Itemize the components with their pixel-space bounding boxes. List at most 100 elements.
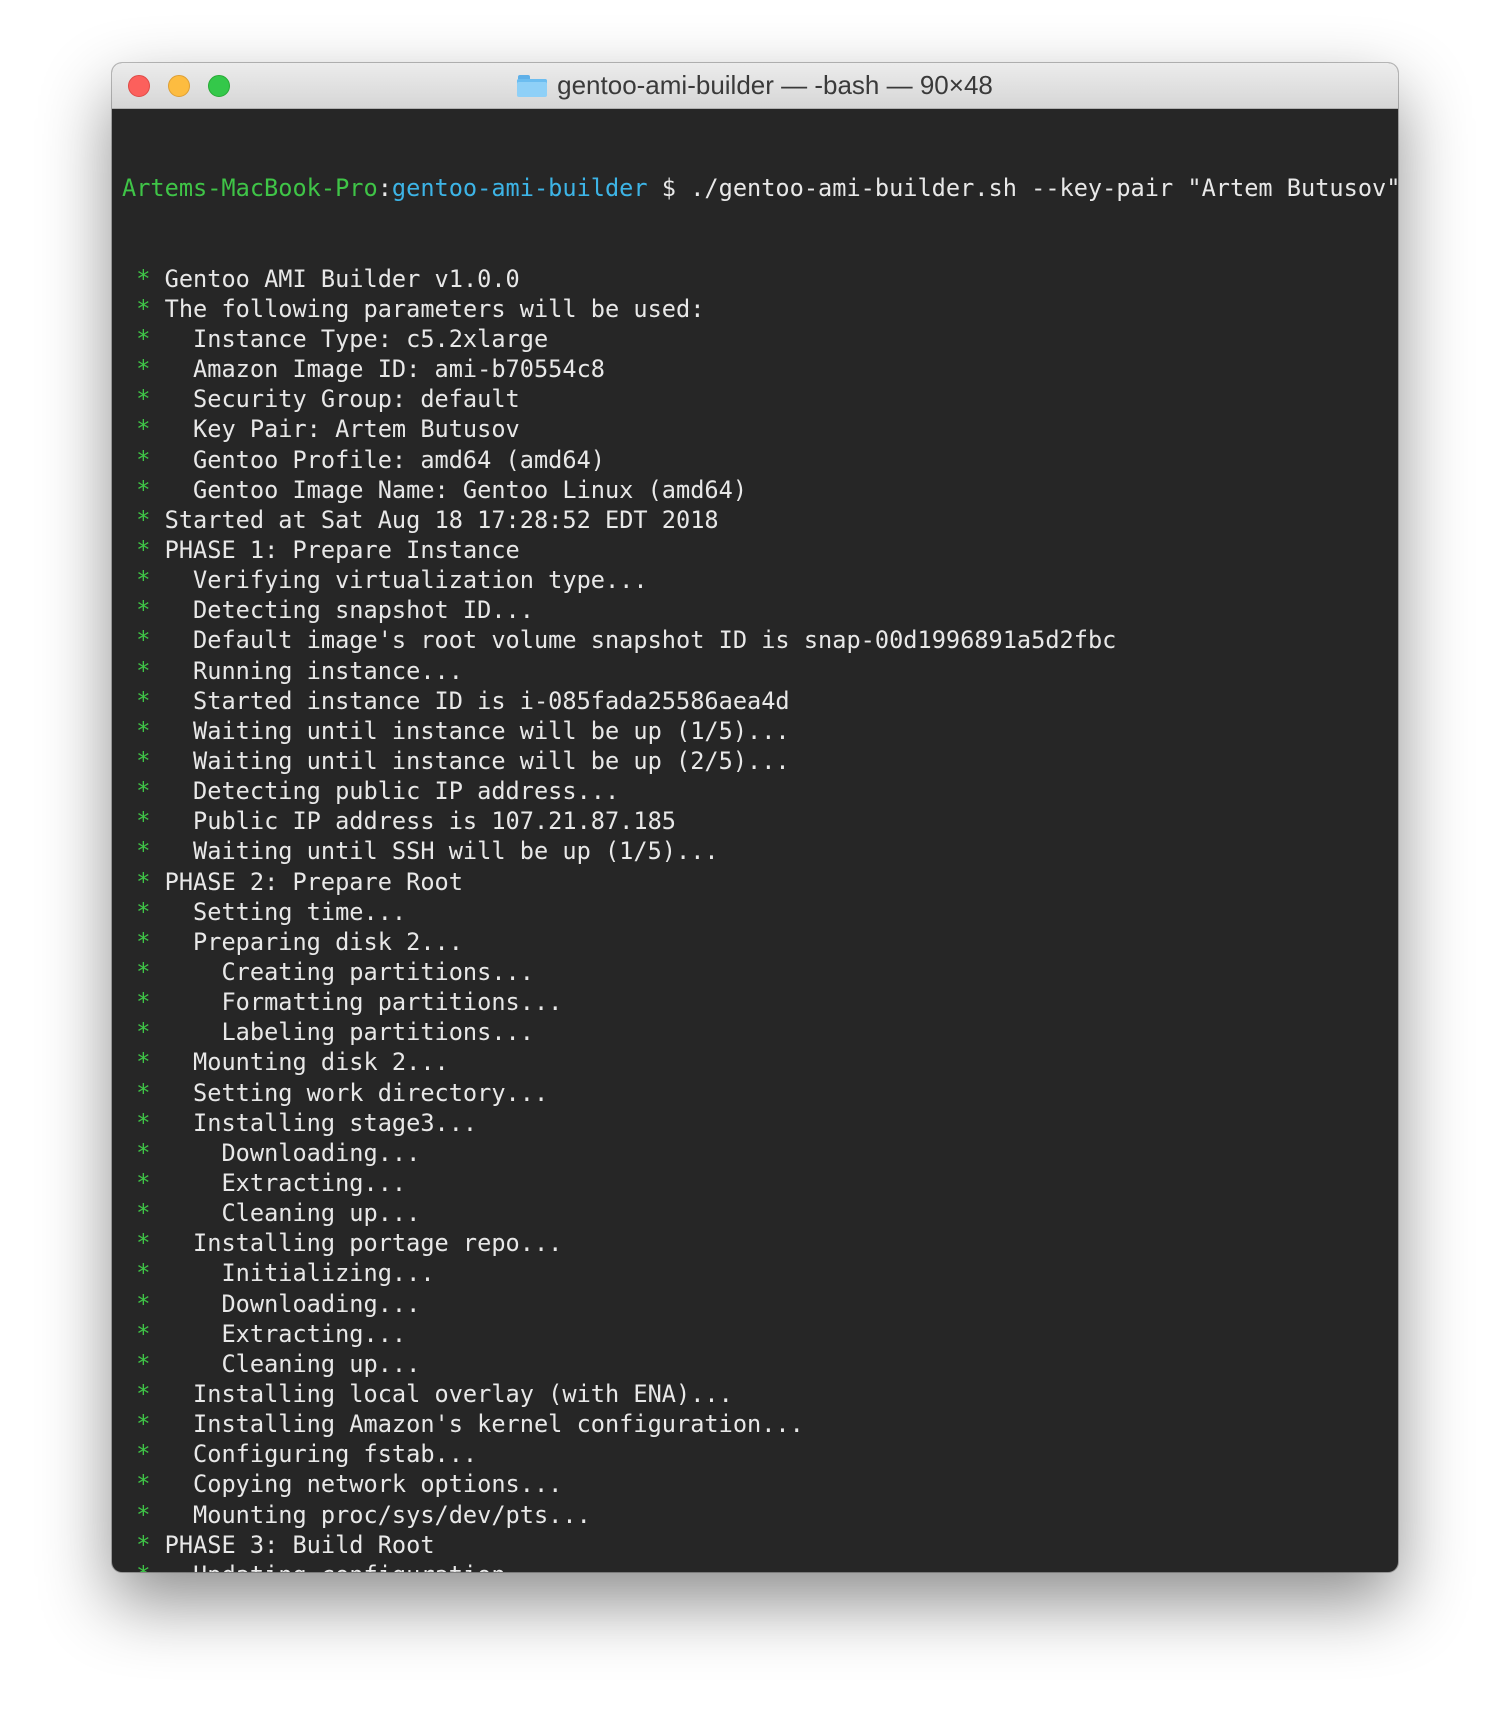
title-bar[interactable]: gentoo-ami-builder — -bash — 90×48 [112,63,1398,109]
output-line: * Waiting until instance will be up (2/5)… [122,746,1388,776]
bullet-icon: * [136,1349,151,1378]
line-lead [122,898,136,926]
line-lead [122,988,136,1016]
output-line: * Mounting proc/sys/dev/pts... [122,1500,1388,1530]
bullet-icon: * [136,355,151,384]
output-line: * Mounting disk 2... [122,1047,1388,1077]
output-line: *Updating configuration... [122,1560,1388,1572]
bullet-icon: * [136,1470,151,1499]
output-line: * Security Group: default [122,384,1388,414]
line-lead [122,295,136,323]
bullet-icon: * [136,596,151,625]
line-lead [122,596,136,624]
output-line: * PHASE 2: Prepare Root [122,867,1388,897]
bullet-icon: * [136,1138,151,1167]
output-text: Labeling partitions... [221,1018,534,1047]
output-text: Detecting snapshot ID... [193,596,534,625]
bullet-icon: * [136,867,151,896]
output-line: * Public IP address is 107.21.87.185 [122,806,1388,836]
output-text: Extracting... [221,1319,407,1348]
output-text: Configuring fstab... [193,1440,478,1469]
bullet-icon: * [136,656,151,685]
line-lead [122,657,136,685]
bullet-icon: * [136,1500,151,1529]
bullet-icon: * [136,385,151,414]
line-lead [122,265,136,293]
prompt-line: Artems-MacBook-Pro:gentoo-ami-builder $ … [122,173,1398,203]
bullet-icon: * [136,1410,151,1439]
output-text: The following parameters will be used: [164,294,705,323]
line-lead [122,506,136,534]
output-text: Public IP address is 107.21.87.185 [193,807,677,836]
output-line: * Extracting... [122,1319,1388,1349]
output-text: Formatting partitions... [221,988,563,1017]
output-line: * Detecting snapshot ID... [122,595,1388,625]
prompt-directory: gentoo-ami-builder [391,174,648,203]
output-text: Mounting proc/sys/dev/pts... [193,1500,591,1529]
bullet-icon: * [136,1289,151,1318]
terminal-output[interactable]: Artems-MacBook-Pro:gentoo-ami-builder $ … [112,109,1398,1572]
line-lead [122,1169,136,1197]
bullet-icon: * [136,1379,151,1408]
line-lead [122,1320,136,1348]
bullet-icon: * [136,1078,151,1107]
output-line: * Default image's root volume snapshot ID… [122,625,1388,655]
line-lead [122,1440,136,1468]
output-text: Setting work directory... [193,1078,549,1107]
output-line: * Running instance... [122,656,1388,686]
output-line: * Started instance ID is i-085fada25586ae… [122,686,1388,716]
output-line: * Configuring fstab... [122,1439,1388,1469]
line-lead [122,1139,136,1167]
output-line: * PHASE 3: Build Root [122,1530,1388,1560]
output-text: PHASE 3: Build Root [164,1530,435,1559]
line-lead [122,1079,136,1107]
bullet-icon: * [136,837,151,866]
output-text: Installing Amazon's kernel configuration… [193,1410,804,1439]
bullet-icon: * [136,988,151,1017]
output-text: Setting time... [193,897,407,926]
output-line: * Extracting... [122,1168,1388,1198]
output-text: Started at Sat Aug 18 17:28:52 EDT 2018 [164,505,719,534]
bullet-icon: * [136,264,151,293]
output-line: * Started at Sat Aug 18 17:28:52 EDT 2018 [122,505,1388,535]
bullet-icon: * [136,325,151,354]
line-lead [122,1561,136,1572]
bullet-icon: * [136,1561,150,1572]
output-text: Gentoo AMI Builder v1.0.0 [164,264,520,293]
output-line: * Installing portage repo... [122,1228,1388,1258]
line-lead [122,1199,136,1227]
line-lead [122,1531,136,1559]
bullet-icon: * [136,1440,151,1469]
output-text: Installing local overlay (with ENA)... [193,1379,733,1408]
line-lead [122,687,136,715]
bullet-icon: * [136,566,151,595]
output-line: * Downloading... [122,1289,1388,1319]
output-text: Waiting until instance will be up (2/5).… [193,747,790,776]
line-lead [122,1109,136,1137]
output-text: Initializing... [221,1259,435,1288]
prompt-command: $ ./gentoo-ami-builder.sh --key-pair "Ar… [647,174,1398,203]
bullet-icon: * [136,807,151,836]
bullet-icon: * [136,536,151,565]
output-line: * Key Pair: Artem Butusov [122,414,1388,444]
line-lead [122,1229,136,1257]
output-line: * Cleaning up... [122,1349,1388,1379]
bullet-icon: * [136,415,151,444]
bullet-icon: * [136,927,151,956]
terminal-window[interactable]: gentoo-ami-builder — -bash — 90×48 Artem… [112,63,1398,1572]
output-line: * Waiting until SSH will be up (1/5)... [122,836,1388,866]
output-line: * Amazon Image ID: ami-b70554c8 [122,354,1388,384]
output-text: Started instance ID is i-085fada25586aea… [193,686,790,715]
line-lead [122,747,136,775]
output-text: Default image's root volume snapshot ID … [193,626,1117,655]
output-line: * Gentoo Image Name: Gentoo Linux (amd64) [122,475,1388,505]
bullet-icon: * [136,1108,151,1137]
window-title-area: gentoo-ami-builder — -bash — 90×48 [112,63,1398,108]
line-lead [122,566,136,594]
bullet-icon: * [136,475,151,504]
output-line: * Waiting until instance will be up (1/5)… [122,716,1388,746]
output-line: * Downloading... [122,1138,1388,1168]
output-text: Installing stage3... [193,1108,478,1137]
output-text: Mounting disk 2... [193,1048,449,1077]
output-text: Gentoo Profile: amd64 (amd64) [193,445,605,474]
